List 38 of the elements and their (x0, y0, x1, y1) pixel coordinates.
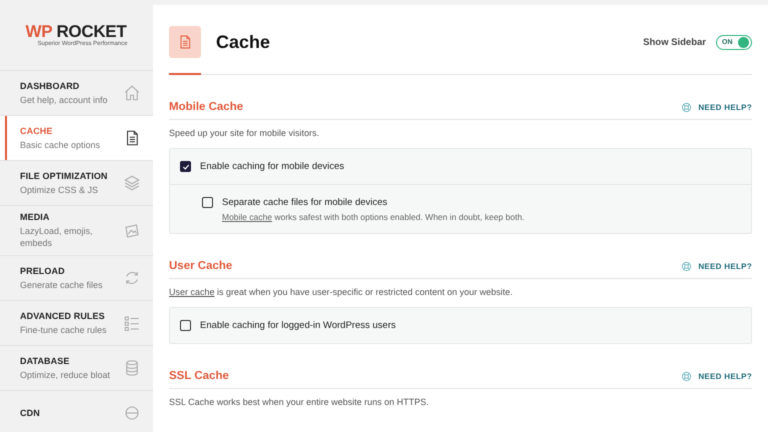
lifebuoy-icon (681, 370, 692, 382)
sidebar-nav-item[interactable]: CDN (0, 391, 153, 432)
sidebar-nav-item[interactable]: FILE OPTIMIZATION Optimize CSS & JS (0, 161, 153, 205)
sidebar-nav-item[interactable]: PRELOAD Generate cache files (0, 256, 153, 300)
section-title: User Cache (169, 260, 232, 272)
page-title: Cache (216, 32, 272, 52)
need-help-link[interactable]: NEED HELP? (681, 370, 752, 382)
lifebuoy-icon (681, 260, 692, 272)
house-icon (123, 84, 141, 102)
globe-icon (123, 404, 141, 422)
database-icon (123, 359, 141, 377)
sidebar-nav-item[interactable]: DATABASE Optimize, reduce bloat (0, 346, 153, 390)
section-description: User cache is great when you have user-specific or restricted content on your website. (169, 287, 514, 297)
section-description: SSL Cache works best when your entire website runs on HTTPS. (169, 397, 430, 407)
sidebar-nav-item[interactable]: CACHE Basic cache options (0, 116, 153, 160)
mobile-cache-link[interactable]: Mobile cache (222, 212, 272, 222)
section-title: Mobile Cache (169, 101, 244, 113)
lifebuoy-icon (681, 102, 692, 112)
sidebar-nav-item[interactable]: ADVANCED RULES Fine-tune cache rules (0, 301, 153, 345)
sidebar-nav-item[interactable]: MEDIA LazyLoad, emojis, embeds (0, 206, 153, 255)
checkbox[interactable] (202, 197, 213, 208)
checklist-icon (123, 314, 141, 332)
need-help-link[interactable]: NEED HELP? (681, 260, 752, 272)
layers-icon (123, 174, 141, 192)
option-label: Enable caching for mobile devices (200, 160, 344, 173)
image-icon (123, 222, 141, 240)
option-note: Mobile cache works safest with both options enabled. When in doubt, keep both. (222, 212, 524, 222)
section-description: Speed up your site for mobile visitors. (169, 128, 320, 138)
checkbox[interactable] (180, 320, 191, 331)
option-label: Enable caching for logged-in WordPress users (200, 319, 396, 332)
refresh-icon (123, 269, 141, 287)
option-label: Separate cache files for mobile devices (222, 196, 388, 209)
section-title: SSL Cache (169, 370, 229, 382)
need-help-link[interactable]: NEED HELP? (681, 102, 752, 112)
checkbox[interactable] (180, 161, 191, 172)
user-cache-link[interactable]: User cache (169, 287, 215, 297)
show-sidebar-label: Show Sidebar (643, 36, 706, 48)
sidebar-nav-item[interactable]: DASHBOARD Get help, account info (0, 71, 153, 115)
